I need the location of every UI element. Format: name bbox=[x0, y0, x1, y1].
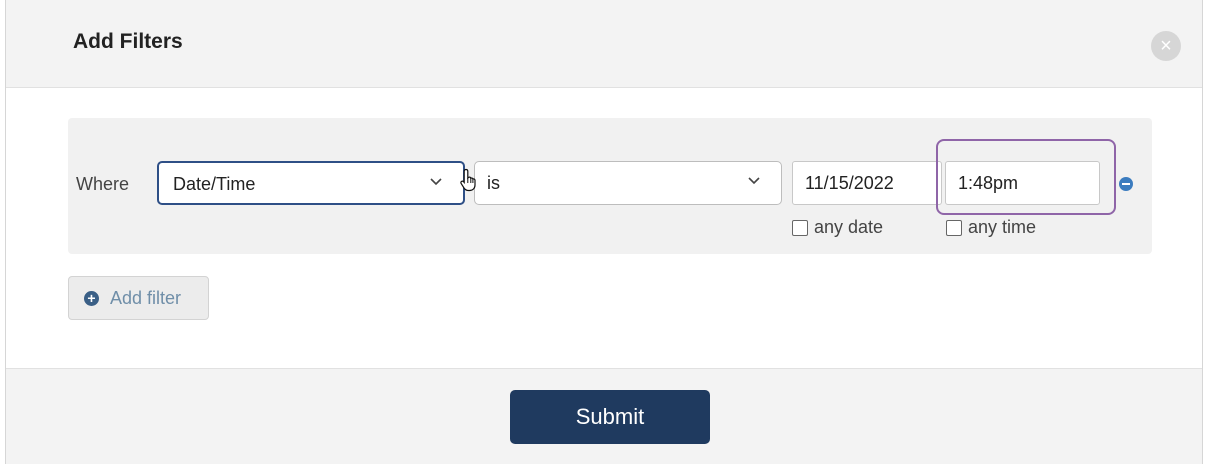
add-filter-label: Add filter bbox=[110, 288, 182, 308]
time-input[interactable]: 1:48pm bbox=[945, 161, 1100, 205]
close-icon: × bbox=[1160, 35, 1172, 57]
dialog-footer: Submit bbox=[6, 368, 1202, 464]
field-select-value: Date/Time bbox=[173, 174, 256, 194]
operator-select[interactable]: is bbox=[474, 161, 782, 205]
operator-select-value: is bbox=[487, 173, 500, 193]
chevron-down-icon bbox=[429, 171, 443, 198]
any-date-checkbox[interactable]: any date bbox=[792, 217, 883, 238]
field-select[interactable]: Date/Time bbox=[157, 161, 465, 205]
dialog-title: Add Filters bbox=[73, 30, 183, 53]
any-date-checkbox-box[interactable] bbox=[792, 219, 808, 236]
where-label: Where bbox=[76, 174, 130, 194]
remove-filter-button[interactable] bbox=[1119, 177, 1133, 191]
plus-circle-icon: + bbox=[84, 291, 99, 306]
close-button[interactable]: × bbox=[1151, 31, 1181, 61]
date-input[interactable]: 11/15/2022 bbox=[792, 161, 942, 205]
submit-button[interactable]: Submit bbox=[510, 390, 710, 444]
dialog-header: Add Filters × bbox=[6, 0, 1202, 88]
add-filters-dialog: Add Filters × Where Date/Time is 11/15/2… bbox=[5, 0, 1203, 464]
chevron-down-icon bbox=[747, 170, 761, 197]
add-filter-button[interactable]: + Add filter bbox=[68, 276, 209, 320]
any-time-checkbox[interactable]: any time bbox=[946, 217, 1036, 238]
any-date-label: any date bbox=[814, 217, 884, 237]
any-time-checkbox-box[interactable] bbox=[946, 219, 962, 236]
any-time-label: any time bbox=[968, 217, 1037, 237]
